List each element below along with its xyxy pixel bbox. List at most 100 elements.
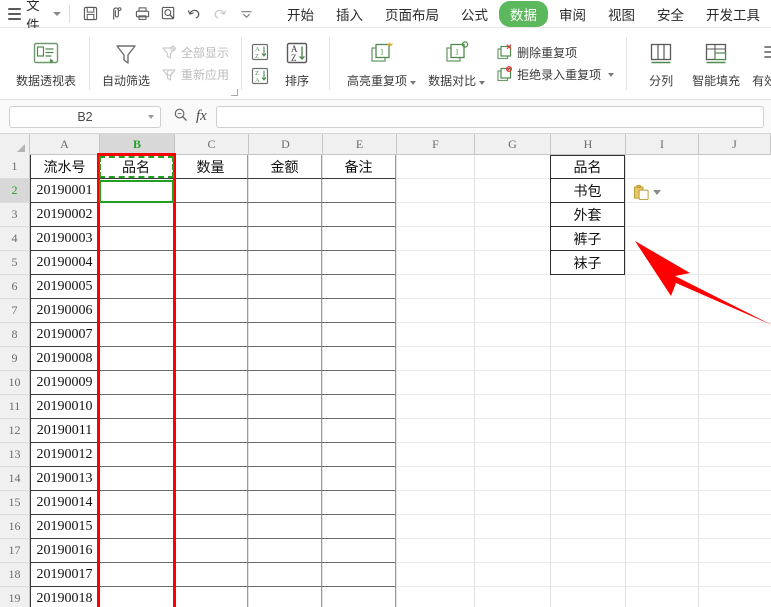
cell-E9[interactable] [322,347,396,371]
cell-E12[interactable] [322,419,396,443]
cell-B8[interactable] [99,323,174,347]
print-icon[interactable] [130,3,154,25]
cell-C7[interactable] [174,299,248,323]
validity-button[interactable]: 有效性 [746,35,771,92]
cell-C3[interactable] [174,203,248,227]
cell-C15[interactable] [174,491,248,515]
tab-gongshi[interactable]: 公式 [450,1,499,27]
col-header-G[interactable]: G [475,134,551,155]
row-header-6[interactable]: 6 [0,275,30,299]
print-preview-icon[interactable] [156,3,180,25]
tab-charu[interactable]: 插入 [325,1,374,27]
cell-C5[interactable] [174,251,248,275]
col-header-E[interactable]: E [323,134,397,155]
chevron-down-icon[interactable] [410,81,417,85]
cell-B12[interactable] [99,419,174,443]
cell-B16[interactable] [99,515,174,539]
tab-kaishi[interactable]: 开始 [276,1,325,27]
undo-icon[interactable] [182,3,206,25]
paste-options-icon[interactable] [633,184,661,201]
cell-B11[interactable] [99,395,174,419]
cell-A11[interactable]: 20190010 [30,395,99,419]
tab-yemianbuju[interactable]: 页面布局 [374,1,450,27]
cell-H2[interactable]: 书包 [550,179,625,203]
cell-E10[interactable] [322,371,396,395]
row-header-15[interactable]: 15 [0,491,30,515]
chevron-down-icon[interactable] [479,81,486,85]
cell-B2[interactable] [99,179,174,203]
cell-A10[interactable]: 20190009 [30,371,99,395]
cell-A4[interactable]: 20190003 [30,227,99,251]
col-header-A[interactable]: A [30,134,100,155]
cell-D5[interactable] [248,251,322,275]
cell-D7[interactable] [248,299,322,323]
pivot-table-button[interactable]: 数据透视表 [10,35,82,92]
cell-C8[interactable] [174,323,248,347]
cell-C11[interactable] [174,395,248,419]
cell-H4[interactable]: 裤子 [550,227,625,251]
cell-D12[interactable] [248,419,322,443]
cell-E18[interactable] [322,563,396,587]
chevron-down-icon[interactable] [148,114,154,119]
cell-B13[interactable] [99,443,174,467]
cell-A8[interactable]: 20190007 [30,323,99,347]
cell-E14[interactable] [322,467,396,491]
sort-button[interactable]: AZ 排序 [272,35,322,92]
cell-H5[interactable]: 袜子 [550,251,625,275]
cell-D8[interactable] [248,323,322,347]
cell-H1[interactable]: 品名 [550,155,625,179]
cell-B14[interactable] [99,467,174,491]
row-header-17[interactable]: 17 [0,539,30,563]
row-header-12[interactable]: 12 [0,419,30,443]
cell-C9[interactable] [174,347,248,371]
cell-B15[interactable] [99,491,174,515]
row-header-1[interactable]: 1 [0,155,30,179]
cell-E3[interactable] [322,203,396,227]
cell-A2[interactable]: 20190001 [30,179,99,203]
reject-duplicates-button[interactable]: 拒绝录入重复项 [491,64,619,85]
name-box[interactable]: B2 [9,105,161,128]
cell-A3[interactable]: 20190002 [30,203,99,227]
cell-E15[interactable] [322,491,396,515]
cell-C12[interactable] [174,419,248,443]
cell-E13[interactable] [322,443,396,467]
cell-C13[interactable] [174,443,248,467]
data-compare-button[interactable]: 1 数据对比 [422,35,491,92]
cell-E16[interactable] [322,515,396,539]
cell-D3[interactable] [248,203,322,227]
cell-B10[interactable] [99,371,174,395]
row-header-19[interactable]: 19 [0,587,30,607]
cell-A19[interactable]: 20190018 [30,587,99,607]
cell-C14[interactable] [174,467,248,491]
highlight-duplicates-button[interactable]: 1 高亮重复项 [341,35,422,92]
row-header-3[interactable]: 3 [0,203,30,227]
tab-kaifagongju[interactable]: 开发工具 [695,1,771,27]
cell-B7[interactable] [99,299,174,323]
row-header-14[interactable]: 14 [0,467,30,491]
cell-E2[interactable] [322,179,396,203]
cell-A7[interactable]: 20190006 [30,299,99,323]
cell-A18[interactable]: 20190017 [30,563,99,587]
cell-A12[interactable]: 20190011 [30,419,99,443]
cell-D13[interactable] [248,443,322,467]
output-pdf-icon[interactable] [104,3,128,25]
cell-E8[interactable] [322,323,396,347]
search-icon[interactable] [173,107,188,127]
cell-A16[interactable]: 20190015 [30,515,99,539]
cell-A1[interactable]: 流水号 [30,155,99,179]
row-header-13[interactable]: 13 [0,443,30,467]
row-header-2[interactable]: 2 [0,179,30,203]
row-header-5[interactable]: 5 [0,251,30,275]
cell-E5[interactable] [322,251,396,275]
cell-D16[interactable] [248,515,322,539]
cell-E11[interactable] [322,395,396,419]
cell-D11[interactable] [248,395,322,419]
cell-D4[interactable] [248,227,322,251]
col-header-D[interactable]: D [249,134,323,155]
cell-E4[interactable] [322,227,396,251]
cell-C16[interactable] [174,515,248,539]
cell-A13[interactable]: 20190012 [30,443,99,467]
select-all-corner[interactable] [0,134,30,155]
row-header-8[interactable]: 8 [0,323,30,347]
row-header-18[interactable]: 18 [0,563,30,587]
